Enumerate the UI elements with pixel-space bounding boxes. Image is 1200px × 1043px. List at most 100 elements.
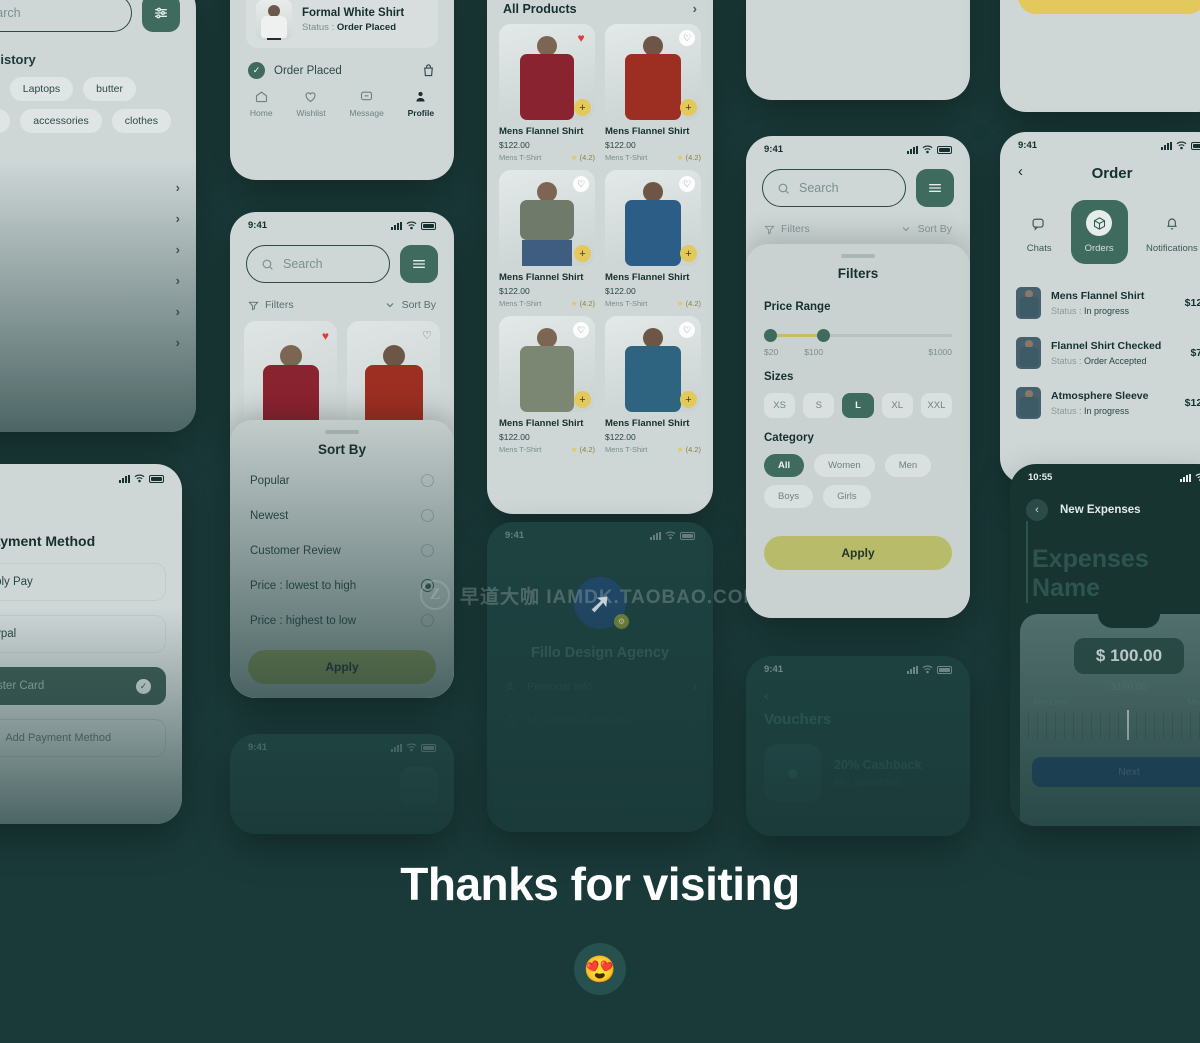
add-payment-method-button[interactable]: + Add Payment Method [0,719,166,757]
tab-orders[interactable]: Orders [1070,200,1128,264]
profile-row-orders-returns[interactable]: My Orders & Returns › [503,712,697,727]
wishlist-icon[interactable]: ♡ [573,176,589,192]
radio-icon[interactable] [421,614,434,627]
filters-button[interactable]: Filters [248,299,294,311]
sheet-grabber[interactable] [841,254,875,258]
search-input[interactable]: Search [246,245,390,283]
product-card[interactable]: ♡ + Mens Flannel Shirt $122.00 Mens T-Sh… [605,170,701,308]
sliders-icon [413,260,425,268]
list-item[interactable]: Watches› [0,234,180,265]
search-input[interactable] [246,767,390,805]
search-input[interactable]: Search [0,0,132,32]
category-option-girls[interactable]: Girls [823,485,871,508]
slider-knob-max[interactable] [816,329,830,342]
apply-button[interactable]: Apply [764,536,952,570]
list-item[interactable]: Panjabi› [0,296,180,327]
size-option-xs[interactable]: XS [764,393,796,418]
history-chip[interactable]: accessories [20,109,102,133]
radio-icon[interactable] [421,509,434,522]
category-option-men[interactable]: Men [884,454,932,477]
back-button[interactable]: ‹ [746,677,970,703]
history-chip[interactable]: Laptops [9,77,74,101]
slider-knob-min[interactable] [764,329,777,342]
product-card[interactable]: ♡ + Mens Flannel Shirt $122.00 Mens T-Sh… [499,170,595,308]
order-item[interactable]: Flannel Shirt Checked Status : Order Acc… [1000,328,1200,378]
checkout-button[interactable]: Checkout [1018,0,1200,14]
category-option-all[interactable]: All [764,454,805,477]
product-card[interactable]: ♡ + Mens Flannel Shirt $122.00 Mens T-Sh… [605,24,701,162]
add-to-cart-icon[interactable]: + [680,99,697,116]
category-option-women[interactable]: Women [814,454,875,477]
radio-icon[interactable] [421,474,434,487]
apply-button[interactable]: Apply [248,650,436,684]
order-item[interactable]: Atmosphere Sleeve Status : In progress $… [1000,378,1200,428]
add-to-cart-icon[interactable]: + [574,391,591,408]
tab-chats[interactable]: Chats [1012,200,1066,264]
tab-home[interactable]: Home [250,89,273,118]
wishlist-icon[interactable]: ♥ [322,329,329,343]
list-item[interactable]: shirt› [0,172,180,203]
back-button[interactable]: ‹ [1026,499,1048,521]
product-card[interactable]: ♡ + Mens Flannel Shirt $122.00 Mens T-Sh… [499,316,595,454]
wifi-icon [922,145,933,154]
profile-row-personal-info[interactable]: Personal Info › [503,679,697,694]
sort-option[interactable]: Popular [230,463,454,498]
product-card[interactable]: ♥ + Mens Flannel Shirt $122.00 Mens T-Sh… [499,24,595,162]
add-to-cart-icon[interactable]: + [680,391,697,408]
sort-option[interactable]: Customer Review [230,533,454,568]
list-item[interactable]: Watches› [0,265,180,296]
sort-option[interactable]: Price : highest to low [230,603,454,638]
amount-display[interactable]: $ 100.00 [1074,638,1184,674]
voucher-card[interactable]: ● 20% Cashback Min. Spend $50 [764,744,952,802]
search-input[interactable]: Search [762,169,906,207]
radio-icon[interactable] [421,544,434,557]
product-card[interactable]: ♡ + Mens Flannel Shirt $122.00 Mens T-Sh… [605,316,701,454]
payment-option-apple-pay[interactable]:  Apply Pay [0,563,166,601]
wishlist-icon-active[interactable]: ♥ [573,30,589,46]
back-button[interactable]: ‹ [1018,163,1023,180]
sortby-button[interactable]: Sort By [900,223,952,235]
all-products-header[interactable]: All Products › [487,0,713,22]
filter-button[interactable] [400,767,438,805]
history-chip[interactable]: butter [83,77,137,101]
history-chip[interactable]: potatoes [0,109,11,133]
product-category: Mens T-Shirt [605,299,648,308]
price-range-slider[interactable] [764,327,952,345]
size-option-xl[interactable]: XL [881,393,913,418]
size-option-l[interactable]: L [842,393,874,418]
list-item[interactable]: Cosmetics› [0,327,180,358]
filters-button[interactable]: Filters [764,223,810,235]
add-to-cart-icon[interactable]: + [680,245,697,262]
list-item[interactable]: Shoes› [0,203,180,234]
ordered-product-card[interactable]: Formal White Shirt Status : Order Placed [246,0,438,48]
sort-option[interactable]: Price : lowest to high [230,568,454,603]
order-item[interactable]: Mens Flannel Shirt Status : In progress … [1000,278,1200,328]
sortby-button[interactable]: Sort By [384,299,436,311]
add-to-cart-icon[interactable]: + [574,245,591,262]
wishlist-icon[interactable]: ♡ [422,329,432,342]
size-option-xxl[interactable]: XXL [920,393,953,418]
filter-button[interactable] [400,245,438,283]
expenses-name-input[interactable]: Expenses Name [1026,521,1200,603]
history-chip[interactable]: clothes [111,109,172,133]
wishlist-icon[interactable]: ♡ [679,322,695,338]
radio-icon-selected[interactable] [421,579,434,592]
tab-profile[interactable]: Profile [408,89,434,118]
filter-button[interactable] [142,0,180,32]
wishlist-icon[interactable]: ♡ [573,322,589,338]
next-button[interactable]: Next [1032,757,1200,787]
sort-option[interactable]: Newest [230,498,454,533]
tab-wishlist[interactable]: Wishlist [296,89,326,118]
add-to-cart-icon[interactable]: + [574,99,591,116]
size-option-s[interactable]: S [803,393,835,418]
wishlist-icon[interactable]: ♡ [679,176,695,192]
category-option-boys[interactable]: Boys [764,485,814,508]
amount-ruler-slider[interactable] [1028,710,1200,740]
payment-option-master-card[interactable]: Master Card ✓ [0,667,166,705]
tab-notifications[interactable]: Notifications [1132,200,1200,264]
filter-button[interactable] [916,169,954,207]
wishlist-icon[interactable]: ♡ [679,30,695,46]
tab-message[interactable]: Message [349,89,384,118]
payment-option-paypal[interactable]: P Paypal [0,615,166,653]
sheet-grabber[interactable] [325,430,359,434]
